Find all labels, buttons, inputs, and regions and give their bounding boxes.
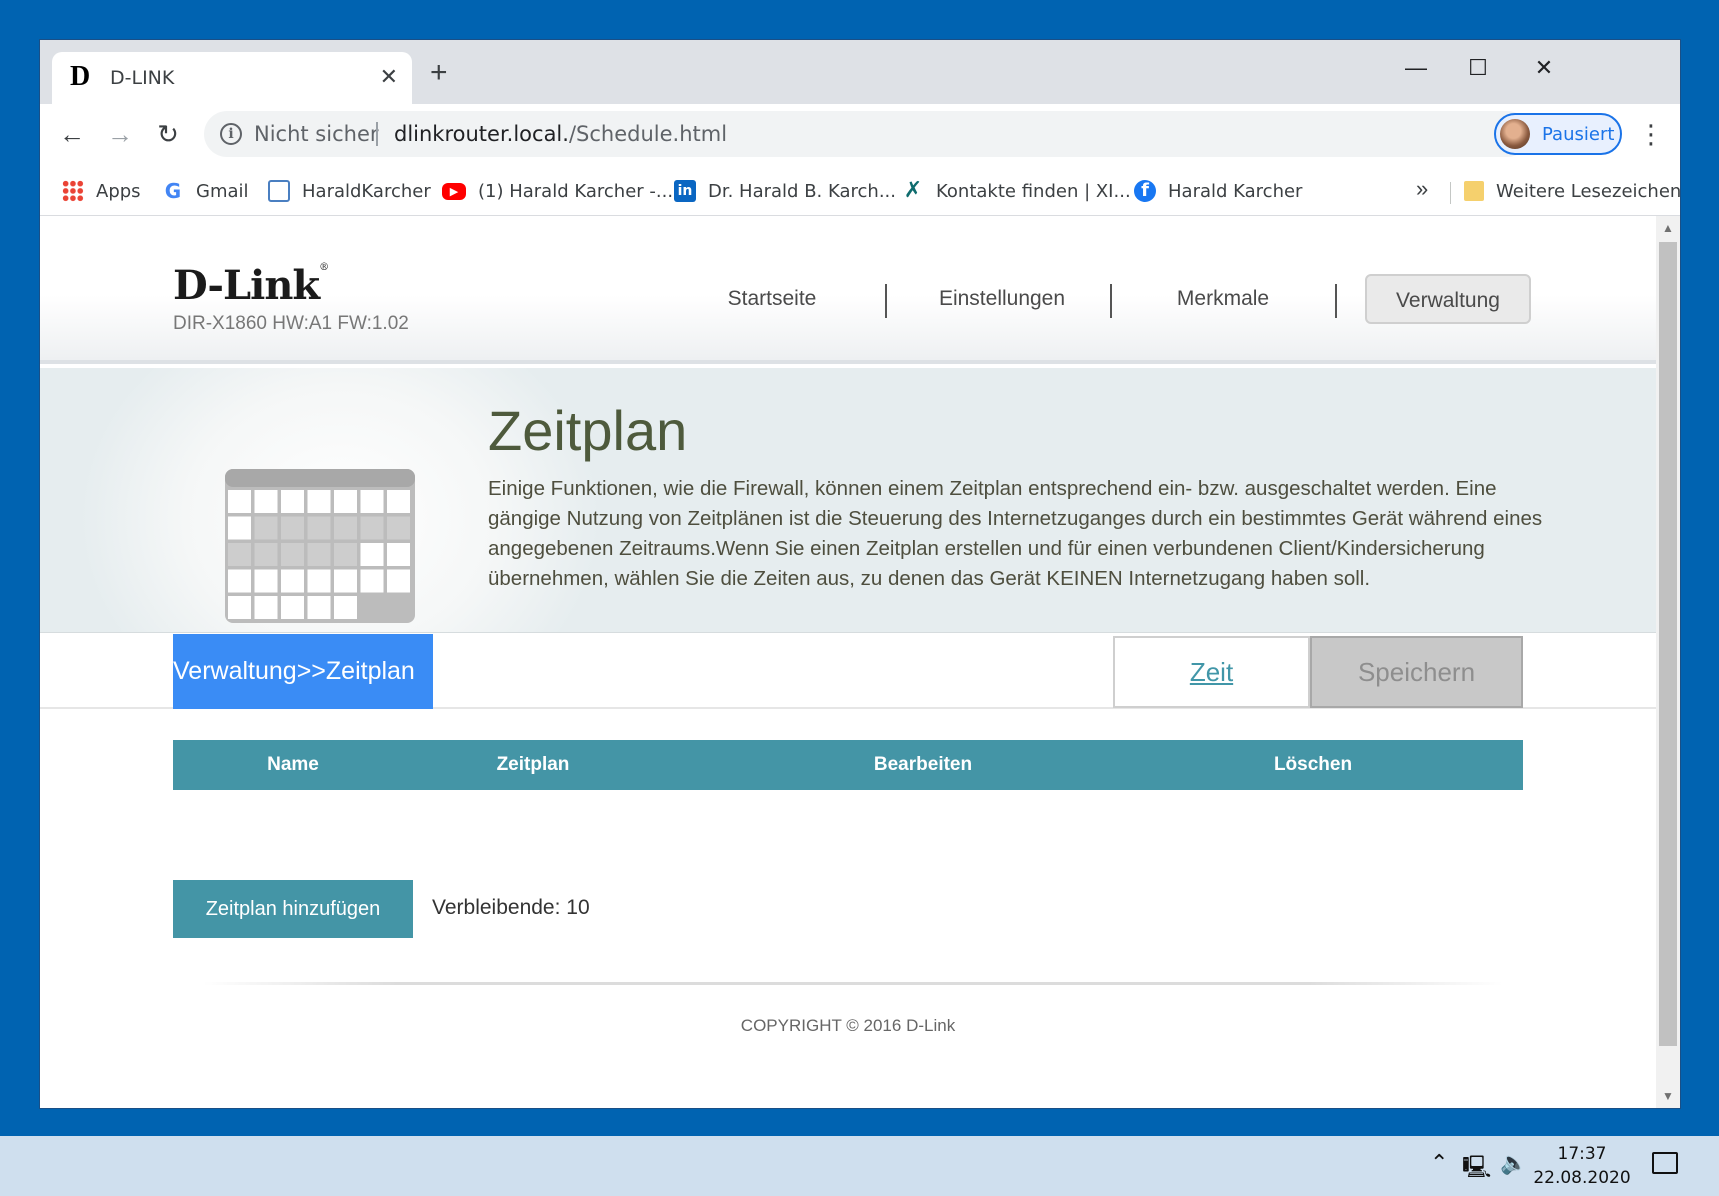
nav-merkmale[interactable]: Merkmale: [1148, 274, 1298, 324]
tab-close-icon[interactable]: ✕: [380, 64, 398, 90]
omnibox-divider: [376, 122, 378, 146]
apps-grid-icon: [62, 180, 84, 202]
column-delete: Löschen: [1273, 754, 1353, 775]
nav-startseite[interactable]: Startseite: [704, 274, 840, 324]
copyright: COPYRIGHT © 2016 D-Link: [740, 1016, 956, 1035]
dlink-logo: D-Link®: [173, 262, 329, 309]
page-icon: [268, 180, 290, 202]
column-name: Name: [267, 754, 319, 775]
forward-icon[interactable]: →: [102, 116, 138, 152]
bookmarks-bar: Apps G Gmail HaraldKarcher ▶ (1) Harald …: [40, 166, 1680, 216]
security-label: Nicht sicher: [254, 122, 379, 146]
browser-toolbar: ← → ↻ i Nicht sicher dlinkrouter.local./…: [40, 104, 1680, 166]
system-clock[interactable]: 17:37 22.08.2020: [1532, 1142, 1632, 1190]
reload-icon[interactable]: ↻: [150, 116, 186, 152]
bookmark-facebook[interactable]: f Harald Karcher: [1134, 176, 1302, 206]
breadcrumb: Verwaltung>>Zeitplan: [173, 634, 433, 709]
bookmark-xing[interactable]: ✗ Kontakte finden | XI...: [902, 176, 1131, 206]
footer-divider: [203, 982, 1503, 985]
url-text[interactable]: dlinkrouter.local./Schedule.html: [394, 122, 727, 146]
back-icon[interactable]: ←: [54, 116, 90, 152]
bookmark-other-folder[interactable]: Weitere Lesezeichen: [1464, 176, 1680, 206]
youtube-icon: ▶: [442, 182, 466, 200]
google-icon: G: [164, 179, 182, 203]
time-link[interactable]: Zeit: [1113, 636, 1310, 708]
save-button[interactable]: Speichern: [1310, 636, 1523, 708]
browser-window: D D-LINK ✕ + — ☐ ✕ ← → ↻ i Nicht sicher …: [40, 40, 1680, 1108]
page-title: Zeitplan: [488, 399, 688, 462]
model-info: DIR-X1860 HW:A1 FW:1.02: [173, 313, 409, 334]
schedule-table-header: Name Zeitplan Bearbeiten Löschen: [173, 740, 1523, 790]
new-tab-icon[interactable]: +: [430, 58, 448, 88]
router-header: D-Link® DIR-X1860 HW:A1 FW:1.02 Startsei…: [40, 216, 1656, 364]
bookmark-linkedin[interactable]: in Dr. Harald B. Karch...: [674, 176, 896, 206]
bookmark-apps[interactable]: Apps: [62, 176, 141, 206]
linkedin-icon: in: [674, 180, 696, 202]
page-scrollbar[interactable]: ▲ ▼: [1656, 216, 1680, 1108]
facebook-icon: f: [1134, 180, 1156, 202]
window-close-icon[interactable]: ✕: [1514, 48, 1574, 88]
network-icon[interactable]: 🖳: [1462, 1150, 1491, 1188]
xing-icon: ✗: [903, 178, 923, 203]
column-edit: Bearbeiten: [873, 754, 973, 775]
avatar: [1500, 119, 1530, 149]
tab-title: D-LINK: [110, 67, 175, 89]
calendar-icon: [225, 469, 415, 623]
action-bar: Verwaltung>>Zeitplan Zeit Speichern: [40, 634, 1656, 709]
nav-divider: [1335, 284, 1337, 318]
scroll-up-icon[interactable]: ▲: [1656, 218, 1680, 238]
address-bar[interactable]: i Nicht sicher dlinkrouter.local./Schedu…: [204, 111, 1530, 157]
nav-divider: [1110, 284, 1112, 318]
notification-icon[interactable]: [1652, 1152, 1678, 1174]
minimize-icon[interactable]: —: [1386, 48, 1446, 88]
bookmark-youtube[interactable]: ▶ (1) Harald Karcher -...: [442, 176, 673, 206]
browser-tab[interactable]: D D-LINK ✕: [52, 52, 412, 104]
add-schedule-button[interactable]: Zeitplan hinzufügen: [173, 880, 413, 938]
maximize-icon[interactable]: ☐: [1448, 48, 1508, 88]
nav-divider: [885, 284, 887, 318]
column-schedule: Zeitplan: [496, 754, 570, 775]
windows-taskbar: ⌃ 🖳 🔈 17:37 22.08.2020: [0, 1136, 1719, 1196]
folder-icon: [1464, 181, 1484, 201]
scroll-thumb[interactable]: [1659, 242, 1677, 1046]
bookmark-gmail[interactable]: G Gmail: [162, 176, 249, 206]
clock-time: 17:37: [1557, 1144, 1607, 1164]
page-description: Einige Funktionen, wie die Firewall, kön…: [488, 477, 1543, 590]
dlink-favicon-icon: D: [70, 61, 91, 92]
clock-date: 22.08.2020: [1533, 1168, 1631, 1188]
scroll-down-icon[interactable]: ▼: [1656, 1086, 1680, 1106]
volume-icon[interactable]: 🔈: [1500, 1150, 1527, 1176]
info-icon[interactable]: i: [220, 123, 242, 145]
tray-expand-icon[interactable]: ⌃: [1430, 1150, 1448, 1176]
profile-status: Pausiert: [1542, 124, 1615, 145]
nav-einstellungen[interactable]: Einstellungen: [912, 274, 1092, 324]
browser-menu-icon[interactable]: ⋮: [1638, 116, 1664, 152]
bookmark-haraldkarcher[interactable]: HaraldKarcher: [268, 176, 431, 206]
page-banner: Zeitplan Einige Funktionen, wie die Fire…: [40, 368, 1656, 633]
bookmarks-overflow-icon[interactable]: »: [1416, 176, 1428, 202]
tab-strip: D D-LINK ✕ + — ☐ ✕: [40, 40, 1680, 104]
remaining-count: Verbleibende: 10: [432, 896, 590, 919]
page-viewport: D-Link® DIR-X1860 HW:A1 FW:1.02 Startsei…: [40, 216, 1680, 1108]
nav-verwaltung[interactable]: Verwaltung: [1365, 274, 1531, 324]
profile-button[interactable]: Pausiert: [1494, 113, 1622, 155]
bookmarks-divider: [1450, 182, 1451, 204]
